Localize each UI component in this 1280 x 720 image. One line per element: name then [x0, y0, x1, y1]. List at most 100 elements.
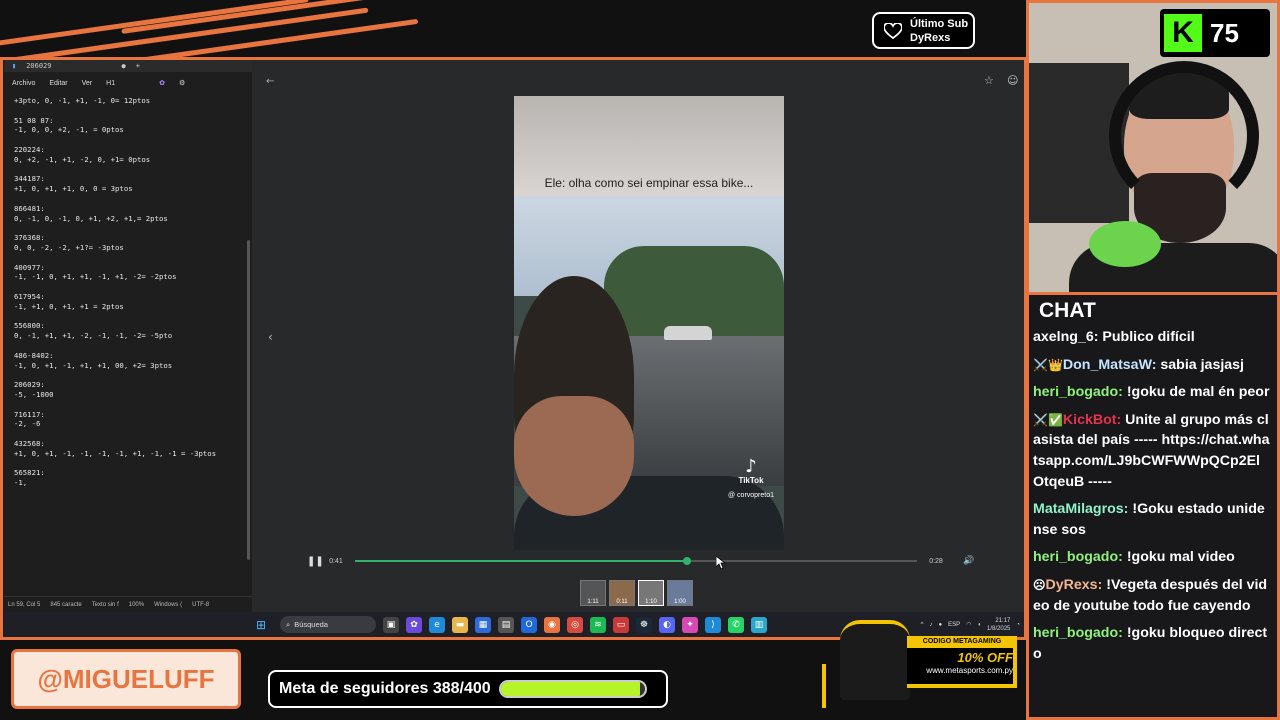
status-position: Ln 59, Col 5 — [8, 601, 41, 608]
smiley-icon[interactable]: ☺ — [1007, 74, 1018, 87]
video-controls: ❚❚ 0:41 0:28 🔊 — [307, 550, 997, 572]
stream-layout: Último Sub DyRexs ▮ 206029 ● + Archivo E… — [0, 0, 1280, 720]
kick-viewer-badge: K 75 — [1160, 9, 1270, 57]
photos-icon[interactable]: ✦ — [682, 616, 698, 633]
chat-username[interactable]: heri_bogado — [1033, 549, 1118, 565]
streamer-handle: @MIGUELUFF — [11, 649, 241, 709]
pause-button[interactable]: ❚❚ — [307, 556, 324, 567]
menu-archivo[interactable]: Archivo — [12, 80, 35, 87]
chat-username[interactable]: MataMilagros — [1033, 501, 1124, 517]
notepad-line: 432568: — [14, 438, 45, 448]
notepad-line — [14, 312, 252, 322]
notepad-line — [14, 429, 252, 439]
last-sub-text: Último Sub DyRexs — [910, 17, 968, 45]
edge-icon[interactable]: e — [429, 616, 445, 633]
tiktok-video[interactable]: Ele: olha como sei empinar essa bike... … — [514, 96, 784, 550]
video-caption: Ele: olha como sei empinar essa bike... — [544, 176, 754, 190]
thumbnail[interactable]: 1:11 — [580, 580, 606, 606]
menu-ver[interactable]: Ver — [82, 80, 93, 87]
notepad-tab[interactable]: 206029 — [26, 62, 51, 70]
spotify-icon[interactable]: ≋ — [590, 616, 606, 633]
follower-goal-label: Meta de seguidores 388/400 — [279, 680, 491, 697]
prev-arrow-icon[interactable]: ‹ — [268, 330, 273, 344]
chat-message: axelng_6: Publico difícil — [1033, 327, 1277, 348]
viewer-titlebar — [252, 60, 1024, 68]
notepad-line — [14, 165, 252, 175]
video-car — [664, 326, 712, 340]
seek-bar-fill — [355, 560, 687, 562]
thumbnail[interactable]: 1:10 — [638, 580, 664, 606]
steam-icon[interactable]: ☸ — [636, 616, 652, 633]
settings-icon[interactable]: ⚙ — [179, 79, 185, 87]
promo-panel: CODIGO METAGAMING 10% OFF www.metasports… — [907, 636, 1017, 688]
notepad-line: +1, 0, +1, -1, -1, -1, -1, +1, -1, -1 = … — [14, 448, 217, 458]
notepad-line: 400977: — [14, 262, 45, 272]
follower-goal-fill — [500, 682, 641, 696]
notepad-line: 344187: — [14, 174, 45, 184]
bottom-bar: @MIGUELUFF Meta de seguidores 388/400 CO… — [0, 620, 1026, 720]
whatsapp-icon[interactable]: ✆ — [728, 616, 744, 633]
chat-message: heri_bogado: !goku de mal én peor — [1033, 382, 1277, 403]
copilot-icon[interactable]: ✿ — [406, 616, 422, 633]
task-view-icon[interactable]: ▣ — [383, 616, 399, 633]
notepad-line: 0, +2, -1, +1, -2, 0, +1= 0ptos — [14, 154, 151, 164]
thumbnail[interactable]: 1:00 — [667, 580, 693, 606]
notepad-line: +3pto, 0, -1, +1, -1, 0= 12ptos — [14, 96, 151, 105]
chat-username[interactable]: KickBot — [1063, 412, 1117, 428]
chat-username[interactable]: heri_bogado — [1033, 625, 1118, 641]
notepad-line — [14, 341, 252, 351]
firefox-icon[interactable]: ◉ — [544, 616, 560, 633]
notepad-line: 556800: — [14, 321, 45, 331]
notepad-scrollbar[interactable] — [247, 240, 250, 560]
notepad-icon[interactable]: ▥ — [751, 616, 767, 633]
volume-icon[interactable]: 🔊 — [963, 556, 974, 566]
status-zoom: 100% — [128, 601, 145, 608]
notepad-line — [14, 194, 252, 204]
taskbar-search[interactable]: ⌕ Búsqueda — [280, 616, 376, 633]
promo-accent — [822, 664, 826, 708]
folder-icon[interactable]: ▬ — [452, 616, 468, 633]
chat-username[interactable]: axelng_6 — [1033, 329, 1094, 345]
chrome-icon[interactable]: ◎ — [567, 616, 583, 633]
chat-username[interactable]: DyRexs — [1046, 577, 1098, 593]
outlook-icon[interactable]: O — [521, 616, 537, 633]
chat-username[interactable]: Don_MatsaW — [1063, 357, 1152, 373]
current-time: 0:41 — [329, 557, 343, 565]
store-icon[interactable]: ▦ — [475, 616, 491, 633]
chat-message: heri_bogado: !goku bloqueo directo — [1033, 623, 1277, 664]
copilot-icon[interactable]: ✿ — [159, 79, 165, 87]
notepad-line: 376368: — [14, 233, 45, 243]
notepad-line: 716117: — [14, 409, 45, 419]
status-chars: 845 caracte — [50, 601, 82, 608]
chat-colon: : — [1118, 384, 1127, 401]
seek-bar[interactable] — [355, 557, 917, 565]
notepad-line — [14, 106, 252, 116]
star-icon[interactable]: ☆ — [984, 74, 994, 87]
seek-bar-knob[interactable] — [682, 557, 691, 565]
notepad-tabbar: ▮ 206029 ● + — [4, 60, 252, 72]
heading-dropdown[interactable]: H1 — [106, 80, 115, 87]
notepad-text[interactable]: +3pto, 0, -1, +1, -1, 0= 12ptos 51 08 87… — [4, 94, 252, 488]
notepad-line — [14, 135, 252, 145]
menu-editar[interactable]: Editar — [49, 80, 67, 87]
notepad-line — [14, 223, 252, 233]
notepad-line — [14, 458, 252, 468]
tiktok-username: @ corvopreto1 — [728, 492, 775, 499]
chat-colon: : — [1097, 576, 1107, 593]
notepad-window: ▮ 206029 ● + Archivo Editar Ver H1 ✿ ⚙ +… — [4, 60, 252, 612]
calculator-icon[interactable]: ▤ — [498, 616, 514, 633]
tiktok-logo: ♪ TikTok — [726, 458, 776, 486]
new-tab-button[interactable]: + — [136, 62, 140, 70]
notepad-line — [14, 253, 252, 263]
thumbnail-strip: 1:11 0:11 1:10 1:00 — [580, 580, 693, 606]
vscode-icon[interactable]: ⟩ — [705, 616, 721, 633]
status-eol: Windows ( — [154, 601, 183, 608]
thumbnail[interactable]: 0:11 — [609, 580, 635, 606]
back-arrow-icon[interactable]: ← — [266, 76, 274, 87]
calendar-icon[interactable]: ▭ — [613, 616, 629, 633]
discord-icon[interactable]: ◐ — [659, 616, 675, 633]
duration: 0:28 — [929, 557, 943, 565]
windows-start-icon[interactable]: ⊞ — [256, 618, 274, 632]
chat-badge-icon: ☹ — [1033, 577, 1046, 592]
chat-username[interactable]: heri_bogado — [1033, 384, 1118, 400]
